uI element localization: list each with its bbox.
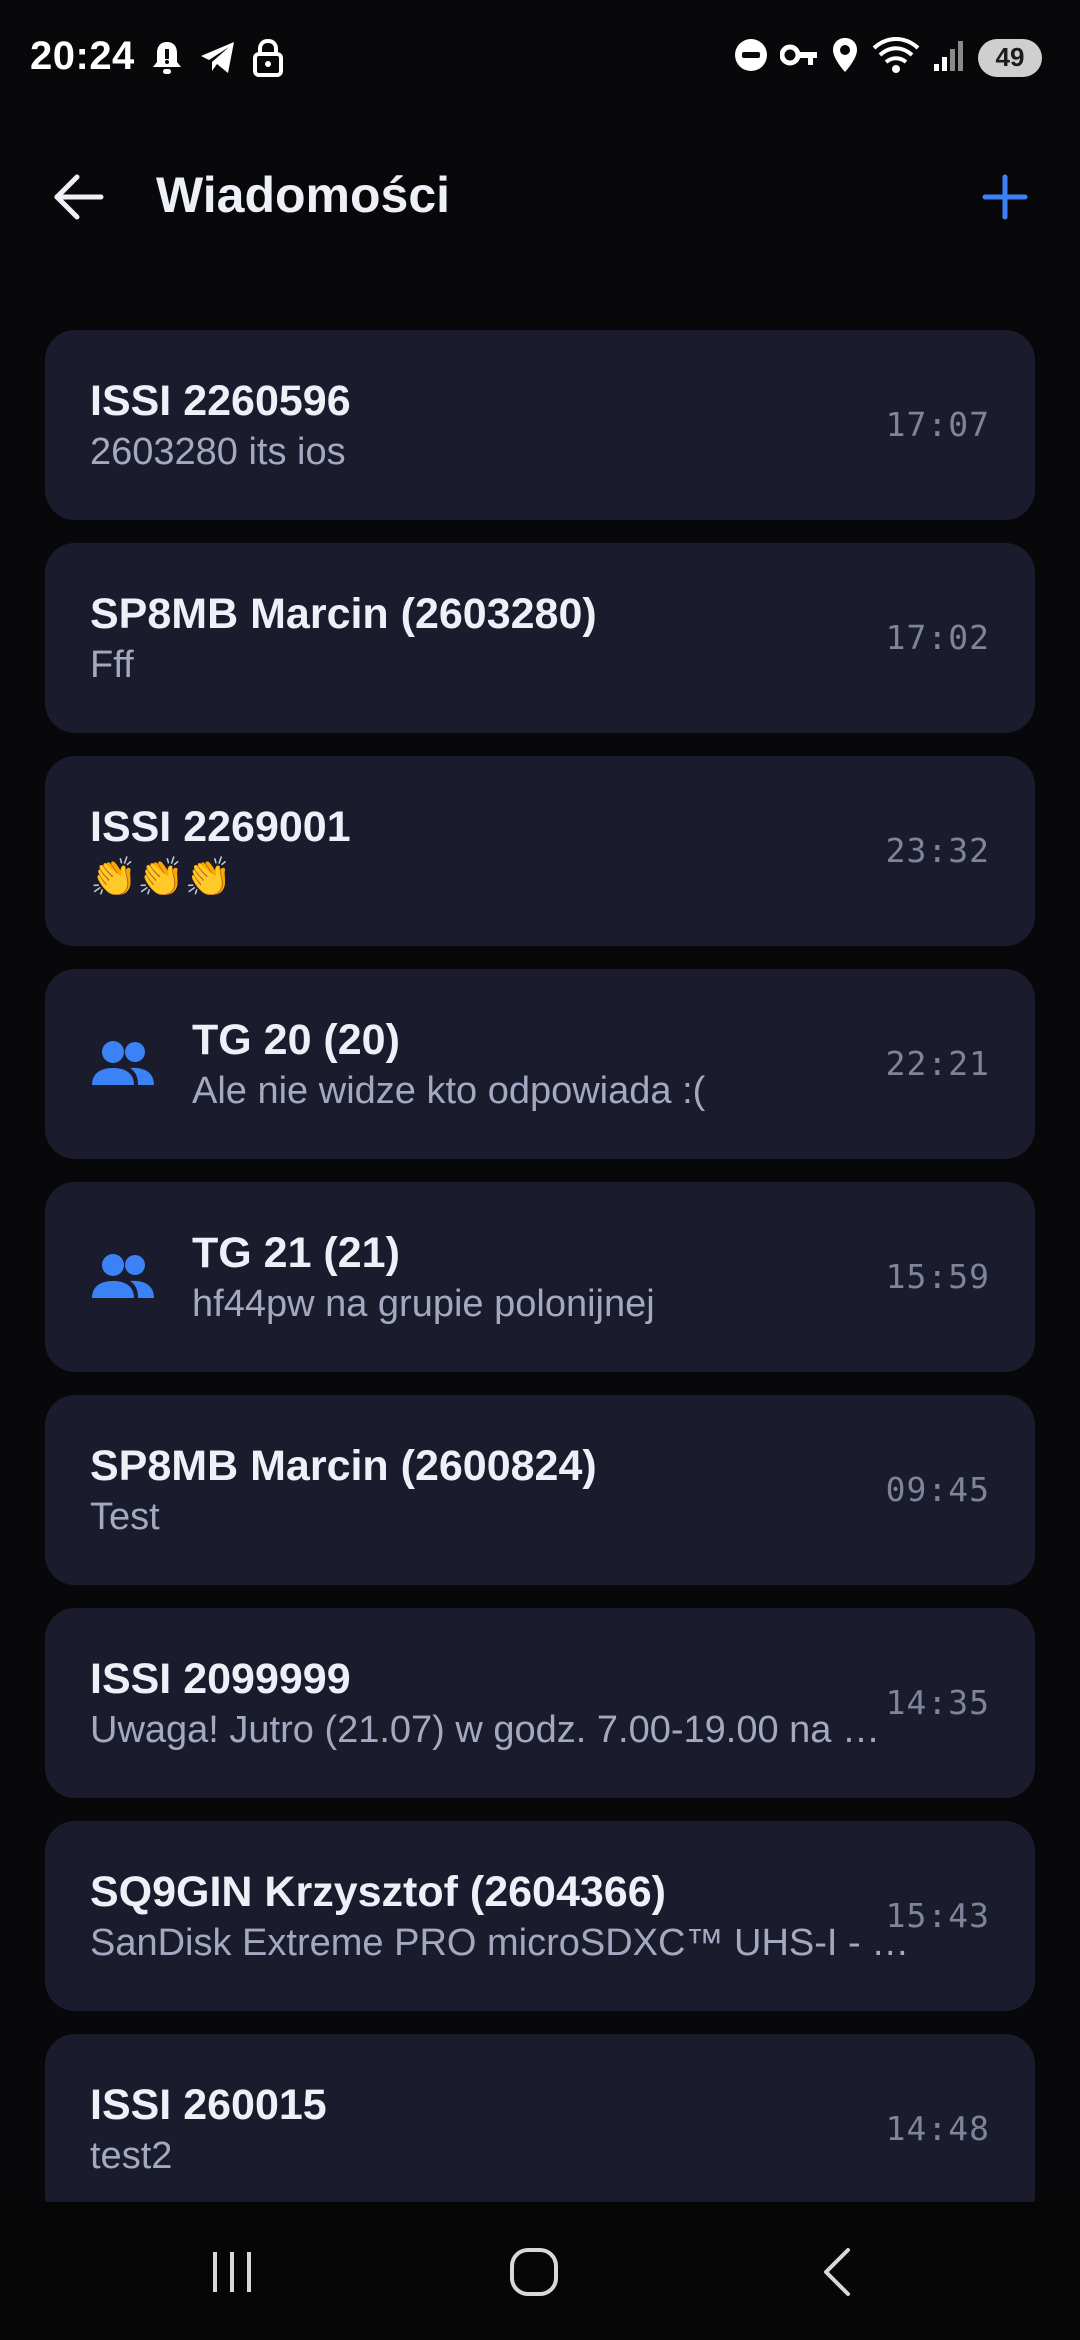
location-icon <box>830 36 860 79</box>
conversation-name: ISSI 260015 <box>90 2081 327 2129</box>
system-nav-bar <box>0 2202 1080 2340</box>
conversation-time: 15:59 <box>885 1257 990 1296</box>
conversation-preview: hf44pw na grupie polonijnej <box>192 1283 655 1325</box>
conversation-name: SQ9GIN Krzysztof (2604366) <box>90 1868 666 1916</box>
conversation-time: 14:35 <box>885 1683 990 1722</box>
conversation-time: 17:02 <box>885 618 990 657</box>
conversation-preview: Uwaga! Jutro (21.07) w godz. 7.00-19.00 … <box>90 1709 881 1751</box>
status-right-icons: 49 <box>734 36 1042 79</box>
conversation-name: SP8MB Marcin (2603280) <box>90 590 597 638</box>
conversation-preview: Ale nie widze kto odpowiada :( <box>192 1070 706 1112</box>
conversation-time: 23:32 <box>885 831 990 870</box>
conversation-preview: Fff <box>90 644 134 686</box>
conversation-preview: Test <box>90 1496 160 1538</box>
app-bar: Wiadomości <box>0 140 1080 250</box>
conversation-item[interactable]: SP8MB Marcin (2600824) Test 09:45 <box>45 1395 1035 1585</box>
conversation-item[interactable]: SP8MB Marcin (2603280) Fff 17:02 <box>45 543 1035 733</box>
group-conversation-item[interactable]: TG 21 (21) hf44pw na grupie polonijnej 1… <box>45 1182 1035 1372</box>
add-conversation-button[interactable] <box>970 162 1040 232</box>
do-not-disturb-icon <box>734 38 768 77</box>
arrow-left-icon <box>54 174 104 220</box>
conversation-item[interactable]: ISSI 260015 test2 14:48 <box>45 2034 1035 2202</box>
conversation-time: 09:45 <box>885 1470 990 1509</box>
wifi-icon <box>872 36 920 79</box>
conversation-name: ISSI 2260596 <box>90 377 351 425</box>
conversation-name: SP8MB Marcin (2600824) <box>90 1442 597 1490</box>
lock-icon <box>252 38 284 83</box>
bell-icon <box>150 38 184 83</box>
home-button[interactable] <box>484 2232 584 2312</box>
recents-icon <box>213 2252 251 2292</box>
recents-button[interactable] <box>182 2232 282 2312</box>
conversation-time: 15:43 <box>885 1896 990 1935</box>
status-bar: 20:24 49 <box>0 0 1080 120</box>
back-button[interactable] <box>44 162 114 232</box>
conversation-time: 14:48 <box>885 2109 990 2148</box>
group-icon <box>92 1041 154 1085</box>
conversation-item[interactable]: ISSI 2099999 Uwaga! Jutro (21.07) w godz… <box>45 1608 1035 1798</box>
nav-back-icon <box>824 2248 850 2296</box>
conversation-name: TG 20 (20) <box>192 1016 400 1064</box>
signal-icon <box>932 37 966 78</box>
group-conversation-item[interactable]: TG 20 (20) Ale nie widze kto odpowiada :… <box>45 969 1035 1159</box>
conversation-preview: 👏👏👏 <box>90 857 232 899</box>
conversation-name: TG 21 (21) <box>192 1229 400 1277</box>
app-screen: 20:24 49 Wiadomości ISSI 2260596 2603280… <box>0 0 1080 2340</box>
conversation-list[interactable]: ISSI 2260596 2603280 its ios 17:07 SP8MB… <box>0 330 1080 2202</box>
conversation-name: ISSI 2269001 <box>90 803 351 851</box>
plus-icon <box>982 174 1028 220</box>
home-icon <box>510 2248 558 2296</box>
conversation-preview: SanDisk Extreme PRO microSDXC™ UHS-I - 6… <box>90 1922 930 1964</box>
conversation-preview: 2603280 its ios <box>90 431 346 473</box>
status-time: 20:24 <box>30 34 135 78</box>
conversation-item[interactable]: ISSI 2269001 👏👏👏 23:32 <box>45 756 1035 946</box>
conversation-item[interactable]: SQ9GIN Krzysztof (2604366) SanDisk Extre… <box>45 1821 1035 2011</box>
conversation-time: 17:07 <box>885 405 990 444</box>
conversation-preview: test2 <box>90 2135 173 2177</box>
system-back-button[interactable] <box>788 2232 888 2312</box>
vpn-key-icon <box>779 40 818 75</box>
battery-indicator: 49 <box>978 38 1042 77</box>
conversation-time: 22:21 <box>885 1044 990 1083</box>
status-left-icons <box>150 38 284 83</box>
group-icon <box>92 1254 154 1298</box>
page-title: Wiadomości <box>156 167 451 223</box>
conversation-name: ISSI 2099999 <box>90 1655 351 1703</box>
telegram-icon <box>198 39 238 82</box>
conversation-item[interactable]: ISSI 2260596 2603280 its ios 17:07 <box>45 330 1035 520</box>
